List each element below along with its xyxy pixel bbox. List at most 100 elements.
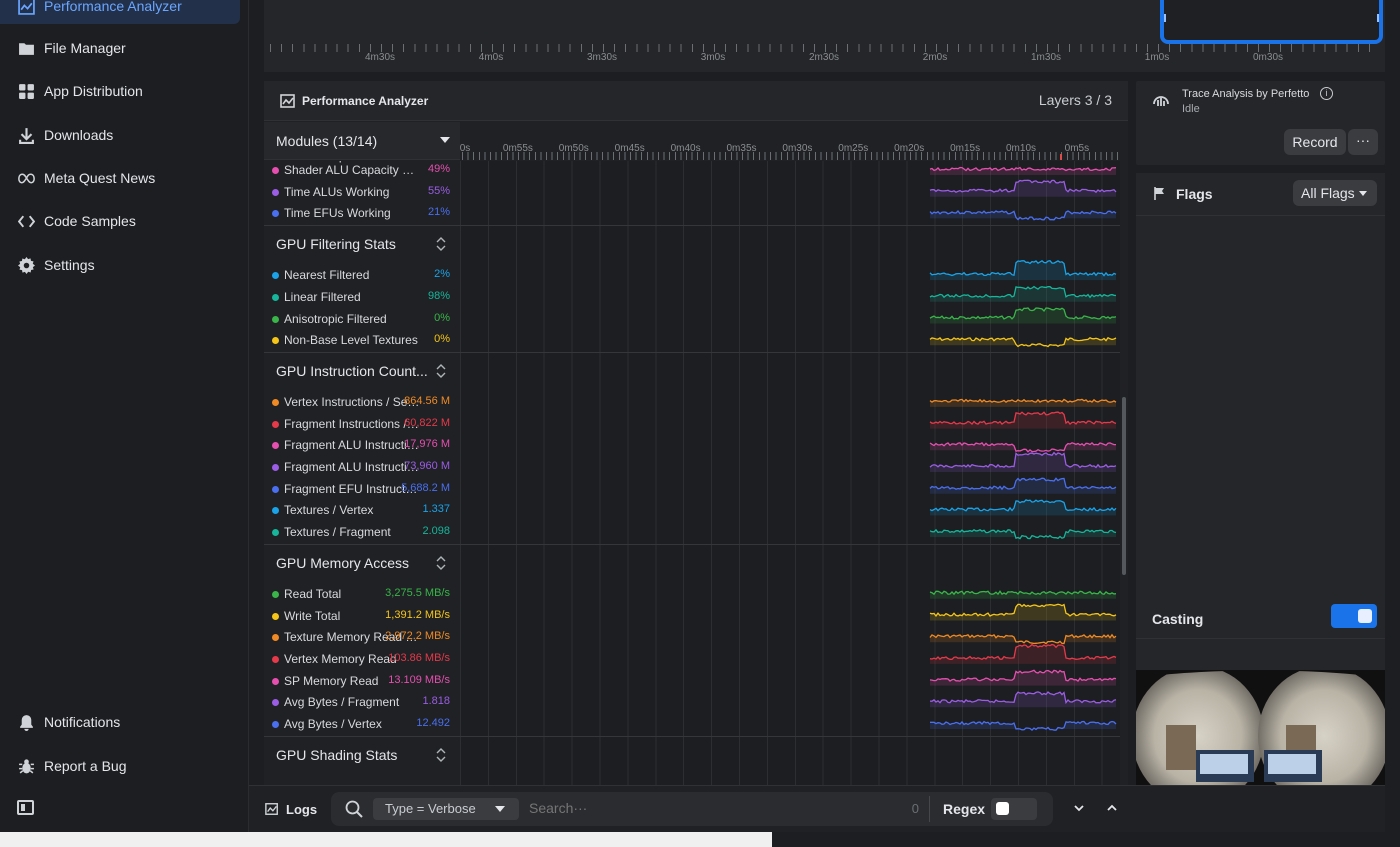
overview-timeline[interactable]: 4m30s 4m0s 3m30s 3m0s 2m30s 2m0s 1m30s 1… [264,0,1385,72]
metric-row[interactable]: Textures / Vertex 1.337 [264,499,460,521]
more-options-button[interactable]: ··· [1348,129,1378,155]
timeline-label: 3m0s [700,52,726,63]
metric-name: Nearest Filtered [284,268,370,283]
sidebar-item-performance-analyzer[interactable]: Performance Analyzer [0,0,240,24]
metric-group-header[interactable]: GPU Instruction Count... [264,353,460,389]
metric-row[interactable]: Non-Base Level Textures 0% [264,329,460,351]
metric-value: 2.098 [422,525,450,538]
sort-icon[interactable] [436,555,446,571]
sidebar-item-meta-quest-news[interactable]: Meta Quest News [0,160,240,196]
series-color-dot [272,293,279,301]
chevron-down-icon [1359,191,1367,196]
metric-plot-area [930,604,1116,621]
metric-name: Fragment ALU Instructio... [284,460,420,474]
plot-area[interactable] [460,161,1120,785]
metric-row[interactable]: Fragment ALU Instructio... 73,960 M [264,456,460,478]
metric-row[interactable]: Avg Bytes / Vertex 12.492 [264,713,460,735]
timeline-label: 2m30s [808,52,840,63]
bug-icon [16,756,36,776]
collapse-sidebar-icon[interactable] [17,800,34,815]
logs-label[interactable]: Logs [286,802,317,817]
ruler-label: 0m45s [614,143,645,154]
metric-row[interactable]: Texture Memory Read BW 2,972.2 MB/s [264,626,460,648]
metric-group-header[interactable]: GPU Filtering Stats [264,226,460,262]
layers-count[interactable]: Layers 3 / 3 [1039,92,1112,108]
metric-row[interactable]: Fragment Instructions / ... 60,822 M [264,413,460,435]
metric-name: Time EFUs Working [284,206,391,221]
metric-plot-area [930,478,1116,494]
ruler-label: 0m25s [838,143,869,154]
chevron-up-icon[interactable] [1106,802,1118,814]
series-color-dot [272,464,279,471]
regex-toggle[interactable] [991,798,1037,820]
sidebar-item-app-distribution[interactable]: App Distribution [0,73,240,109]
vertical-scrollbar[interactable] [1122,397,1126,575]
casting-label: Casting [1152,611,1204,627]
metric-value: 21% [427,206,450,219]
toggle-knob [996,802,1009,815]
sidebar-item-code-samples[interactable]: Code Samples [0,203,240,239]
sidebar-item-label: Downloads [44,127,114,143]
casting-toggle[interactable] [1331,604,1377,628]
time-ruler[interactable]: 0s 0m55s 0m50s 0m45s 0m40s 0m35s 0m30s 0m25s 0m2… [460,122,1128,160]
series-color-dot [272,188,279,196]
metric-group-header[interactable]: GPU Shading Stats [264,737,460,773]
metric-row[interactable]: Avg Bytes / Fragment 1.818 [264,691,460,713]
sidebar-item-settings[interactable]: Settings [0,247,240,283]
sort-icon[interactable] [436,363,446,379]
metric-row[interactable]: Fragment EFU Instructio... 5,688.2 M [264,478,460,500]
metric-row[interactable]: Read Total 3,275.5 MB/s [264,583,460,605]
ruler-label: 0m5s [1064,143,1090,154]
metric-row[interactable]: Textures / Fragment 2.098 [264,521,460,543]
chevron-down-icon[interactable] [1073,802,1085,814]
log-type-filter[interactable]: Type = Verbose [373,798,519,820]
gear-icon [16,255,36,275]
selection-left-handle[interactable] [1164,14,1166,22]
flags-filter-value: All Flags [1301,185,1355,201]
metric-plot-area [930,260,1116,281]
timeline-label: 4m30s [364,52,396,63]
metric-row[interactable]: Fragment ALU Instructio... 17,976 M [264,434,460,456]
timeline-label: 1m0s [1144,52,1170,63]
metric-name: Vertex Instructions / Sec... [284,394,420,409]
metric-value: 0% [434,333,450,346]
info-icon[interactable]: i [1320,87,1333,100]
metric-row[interactable]: Vertex Instructions / Sec... 864.56 M [264,391,460,413]
timeline-selection-window[interactable] [1160,0,1383,44]
group-title: GPU Shading Stats [276,746,398,763]
metric-row[interactable]: Nearest Filtered 2% [264,264,460,286]
sidebar-item-report-bug[interactable]: Report a Bug [0,748,240,784]
flags-filter-dropdown[interactable]: All Flags [1293,180,1377,206]
metric-row[interactable]: Time ALUs Working 55% [264,181,460,203]
metric-plots [929,166,1117,731]
metric-plot-area [930,180,1116,197]
code-icon [16,211,36,231]
series-color-dot [272,612,279,620]
selection-right-handle[interactable] [1377,14,1379,22]
metric-row[interactable]: Linear Filtered 98% [264,286,460,308]
sidebar-item-notifications[interactable]: Notifications [0,704,240,740]
sort-icon[interactable] [436,236,446,252]
divider [1136,215,1385,216]
metric-row[interactable]: SP Memory Read 13.109 MB/s [264,670,460,692]
metric-value: 98% [427,289,450,302]
log-search-input[interactable] [529,800,889,816]
metric-row[interactable]: Shader ALU Capacity Util... 49% [264,161,460,181]
record-button[interactable]: Record [1284,129,1346,155]
modules-dropdown[interactable]: Modules (13/14) [264,122,460,160]
sidebar-item-file-manager[interactable]: File Manager [0,30,240,66]
metric-row[interactable]: Time EFUs Working 21% [264,202,460,224]
metric-row[interactable]: Vertex Memory Read 103.86 MB/s [264,648,460,670]
metric-row[interactable]: Anisotropic Filtered 0% [264,308,460,330]
app-window: Performance Analyzer File Manager App Di… [0,0,1400,832]
ruler-label: 0m15s [950,143,981,154]
meta-icon [16,168,36,188]
search-icon [345,800,363,818]
sort-icon[interactable] [436,747,446,763]
log-match-count: 0 [911,801,919,816]
series-color-dot [272,442,279,450]
metric-group-header[interactable]: GPU Memory Access [264,545,460,581]
sidebar: Performance Analyzer File Manager App Di… [0,0,249,832]
metric-row[interactable]: Write Total 1,391.2 MB/s [264,605,460,627]
sidebar-item-downloads[interactable]: Downloads [0,117,240,153]
